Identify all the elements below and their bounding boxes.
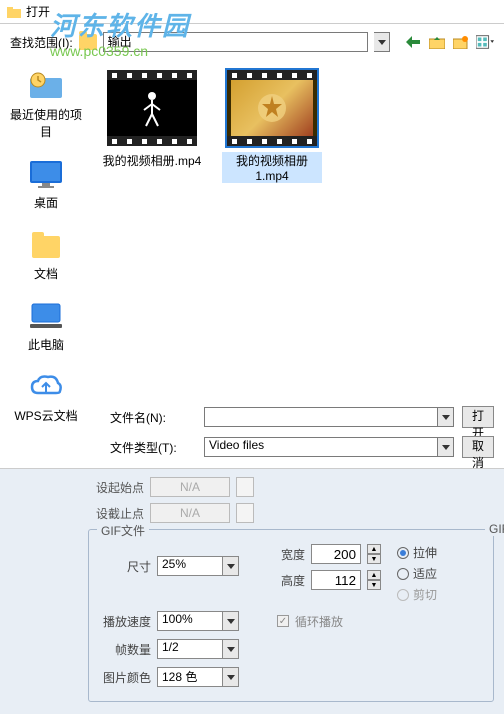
filetype-label: 文件类型(T): [110, 439, 196, 456]
file-thumbnail [107, 70, 197, 146]
gif-section: 设起始点 N/A 设截止点 N/A GIF文件 GIF 尺寸 25% 宽度 ▲▼ [0, 468, 504, 714]
height-input[interactable] [311, 570, 361, 590]
cloud-icon [26, 369, 66, 405]
filename-label: 文件名(N): [110, 409, 196, 426]
loop-label: 循环播放 [295, 613, 343, 630]
documents-icon [26, 227, 66, 263]
nav-icons [404, 34, 494, 50]
sidebar-label: 最近使用的项目 [6, 106, 86, 140]
gif-legend: GIF文件 [97, 522, 149, 539]
sidebar-item-this-pc[interactable]: 此电脑 [2, 294, 90, 357]
sidebar-label: 文档 [34, 265, 58, 282]
bottom-fields: 文件名(N): 打开 文件类型(T): Video files 取消 [0, 400, 504, 464]
sidebar-label: 桌面 [34, 194, 58, 211]
speed-select[interactable]: 100% [157, 611, 223, 631]
new-folder-icon[interactable] [452, 34, 470, 50]
scale-mode-group: 拉伸 适应 剪切 [397, 544, 437, 603]
size-dropdown[interactable] [223, 556, 239, 576]
size-label: 尺寸 [103, 558, 151, 575]
height-spinner[interactable]: ▲▼ [367, 570, 381, 590]
start-point-button[interactable] [236, 477, 254, 497]
folder-icon [79, 34, 97, 50]
filetype-select[interactable]: Video files [204, 437, 438, 457]
up-folder-icon[interactable] [428, 34, 446, 50]
frames-dropdown[interactable] [223, 639, 239, 659]
size-select[interactable]: 25% [157, 556, 223, 576]
frames-select[interactable]: 1/2 [157, 639, 223, 659]
start-point-value: N/A [150, 477, 230, 497]
file-name: 我的视频相册1.mp4 [222, 152, 322, 183]
speed-dropdown[interactable] [223, 611, 239, 631]
sidebar-item-recent[interactable]: 最近使用的项目 [2, 64, 90, 144]
desktop-icon [26, 156, 66, 192]
radio-crop[interactable]: 剪切 [397, 586, 437, 603]
search-range-dropdown[interactable] [374, 32, 390, 52]
end-point-value: N/A [150, 503, 230, 523]
search-range-label: 查找范围(I): [10, 34, 73, 51]
file-name: 我的视频相册.mp4 [103, 152, 202, 169]
open-button[interactable]: 打开 [462, 406, 494, 428]
file-item[interactable]: 我的视频相册1.mp4 [222, 70, 322, 183]
sidebar: 最近使用的项目 桌面 文档 此电脑 WPS云文档 [0, 60, 92, 400]
speed-label: 播放速度 [103, 613, 151, 630]
filetype-dropdown[interactable] [438, 437, 454, 457]
sidebar-item-desktop[interactable]: 桌面 [2, 152, 90, 215]
file-panel[interactable]: 我的视频相册.mp4 我的视频相册1.mp4 [92, 60, 504, 400]
back-icon[interactable] [404, 34, 422, 50]
width-input[interactable] [311, 544, 361, 564]
colors-dropdown[interactable] [223, 667, 239, 687]
this-pc-icon [26, 298, 66, 334]
view-menu-icon[interactable] [476, 34, 494, 50]
colors-label: 图片颜色 [103, 669, 151, 686]
filename-dropdown[interactable] [438, 407, 454, 427]
gif-fieldset: GIF文件 GIF 尺寸 25% 宽度 ▲▼ 高度 ▲▼ [88, 529, 494, 702]
title-bar: 打开 [0, 0, 504, 24]
colors-select[interactable]: 128 色 [157, 667, 223, 687]
file-item[interactable]: 我的视频相册.mp4 [102, 70, 202, 169]
width-label: 宽度 [277, 546, 305, 563]
end-point-label: 设截止点 [88, 505, 144, 522]
end-point-button[interactable] [236, 503, 254, 523]
recent-icon [26, 68, 66, 104]
width-spinner[interactable]: ▲▼ [367, 544, 381, 564]
cancel-button[interactable]: 取消 [462, 436, 494, 458]
open-folder-icon [6, 4, 22, 20]
start-point-label: 设起始点 [88, 479, 144, 496]
height-label: 高度 [277, 572, 305, 589]
loop-checkbox: ✓ [277, 615, 289, 627]
main-area: 最近使用的项目 桌面 文档 此电脑 WPS云文档 我的视频相册.mp4 [0, 60, 504, 400]
frames-label: 帧数量 [103, 641, 151, 658]
radio-stretch[interactable]: 拉伸 [397, 544, 437, 561]
filename-input[interactable] [204, 407, 438, 427]
search-range-select[interactable]: 输出 [103, 32, 368, 52]
sidebar-item-documents[interactable]: 文档 [2, 223, 90, 286]
sidebar-label: 此电脑 [28, 336, 64, 353]
gif-side-label: GIF [485, 522, 504, 536]
radio-fit[interactable]: 适应 [397, 565, 437, 582]
file-thumbnail [227, 70, 317, 146]
window-title: 打开 [26, 3, 50, 20]
search-row: 查找范围(I): 输出 [0, 24, 504, 60]
